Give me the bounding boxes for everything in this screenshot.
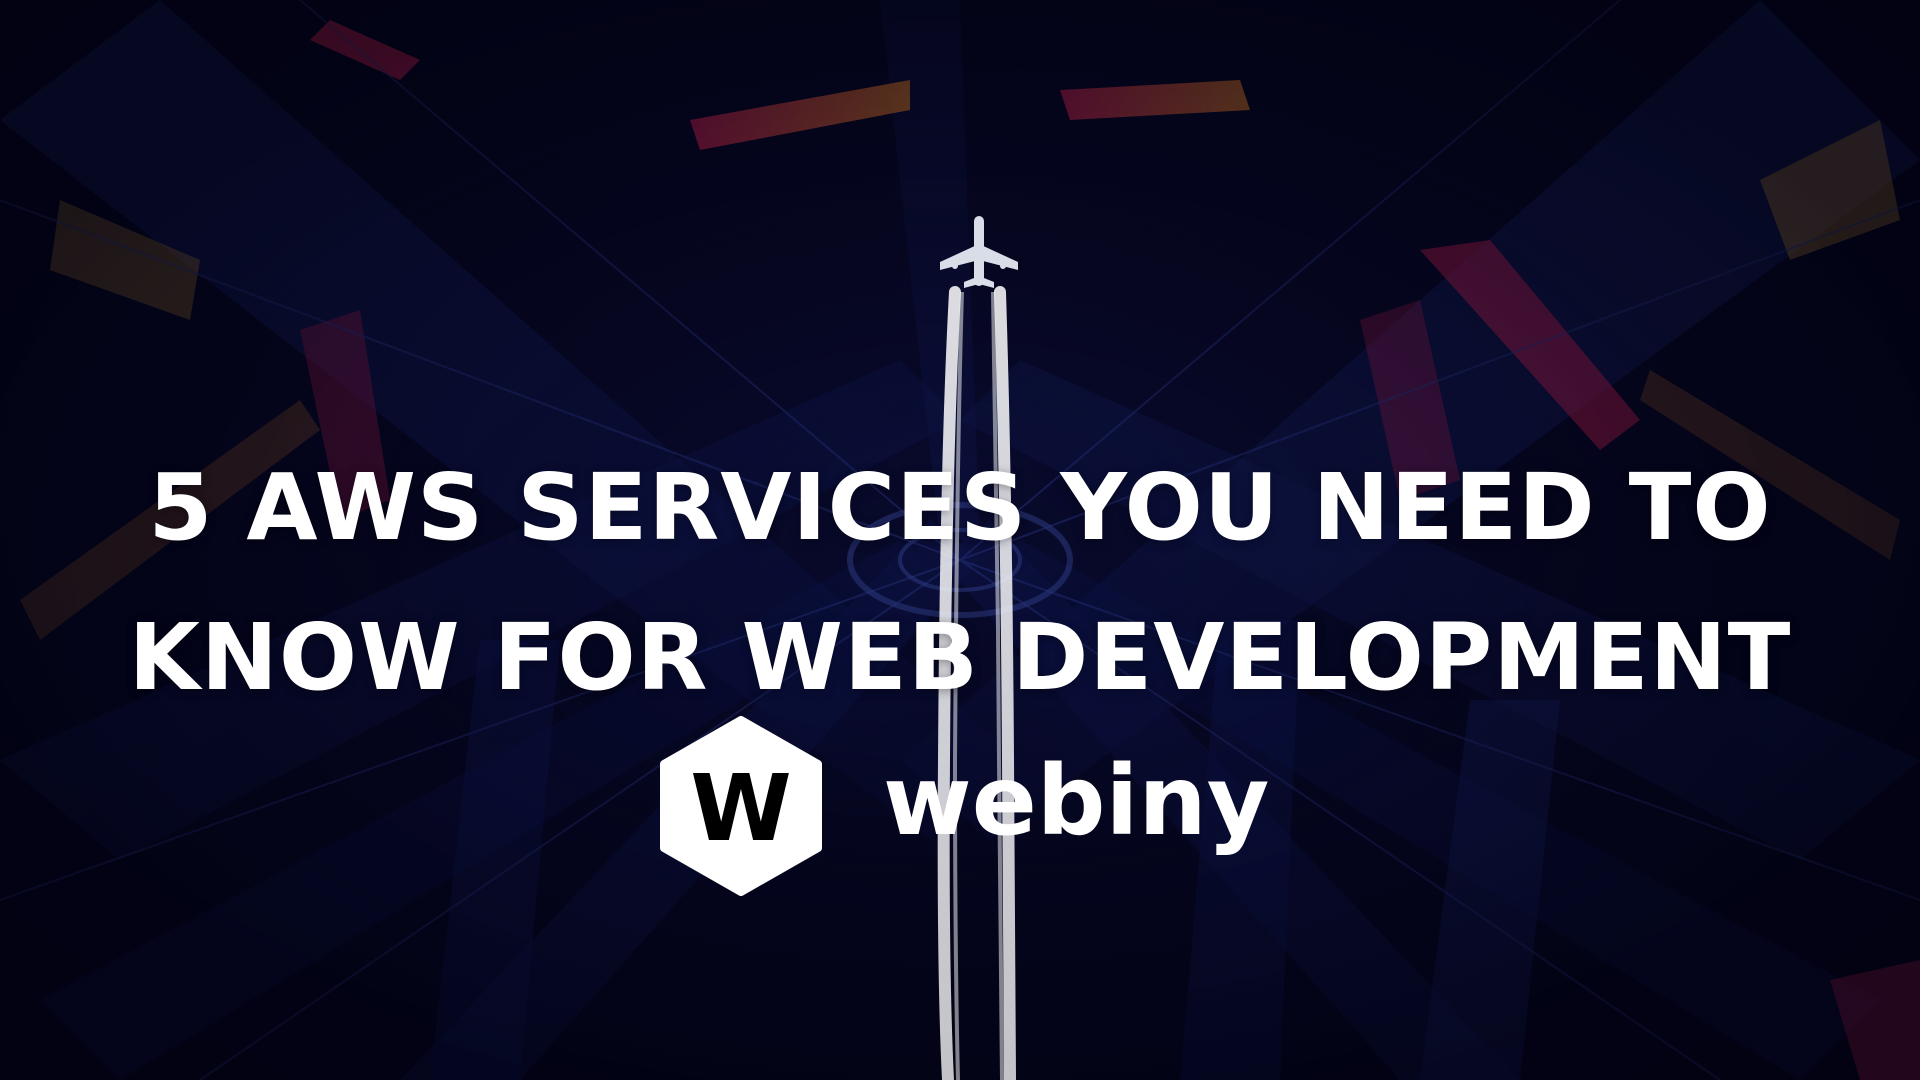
webiny-logo: W webiny [658, 716, 1278, 896]
hexagon-w-logo-icon: W [660, 716, 822, 896]
logo-mark-letter: W [690, 755, 791, 862]
webiny-wordmark: webiny [883, 745, 1269, 857]
banner: 5 AWS SERVICES YOU NEED TO KNOW FOR WEB … [0, 0, 1920, 1080]
headline-line-2: KNOW FOR WEB DEVELOPMENT [128, 604, 1792, 711]
headline-line-1: 5 AWS SERVICES YOU NEED TO [148, 454, 1772, 561]
webiny-wordmark-text: webiny [883, 745, 1269, 857]
